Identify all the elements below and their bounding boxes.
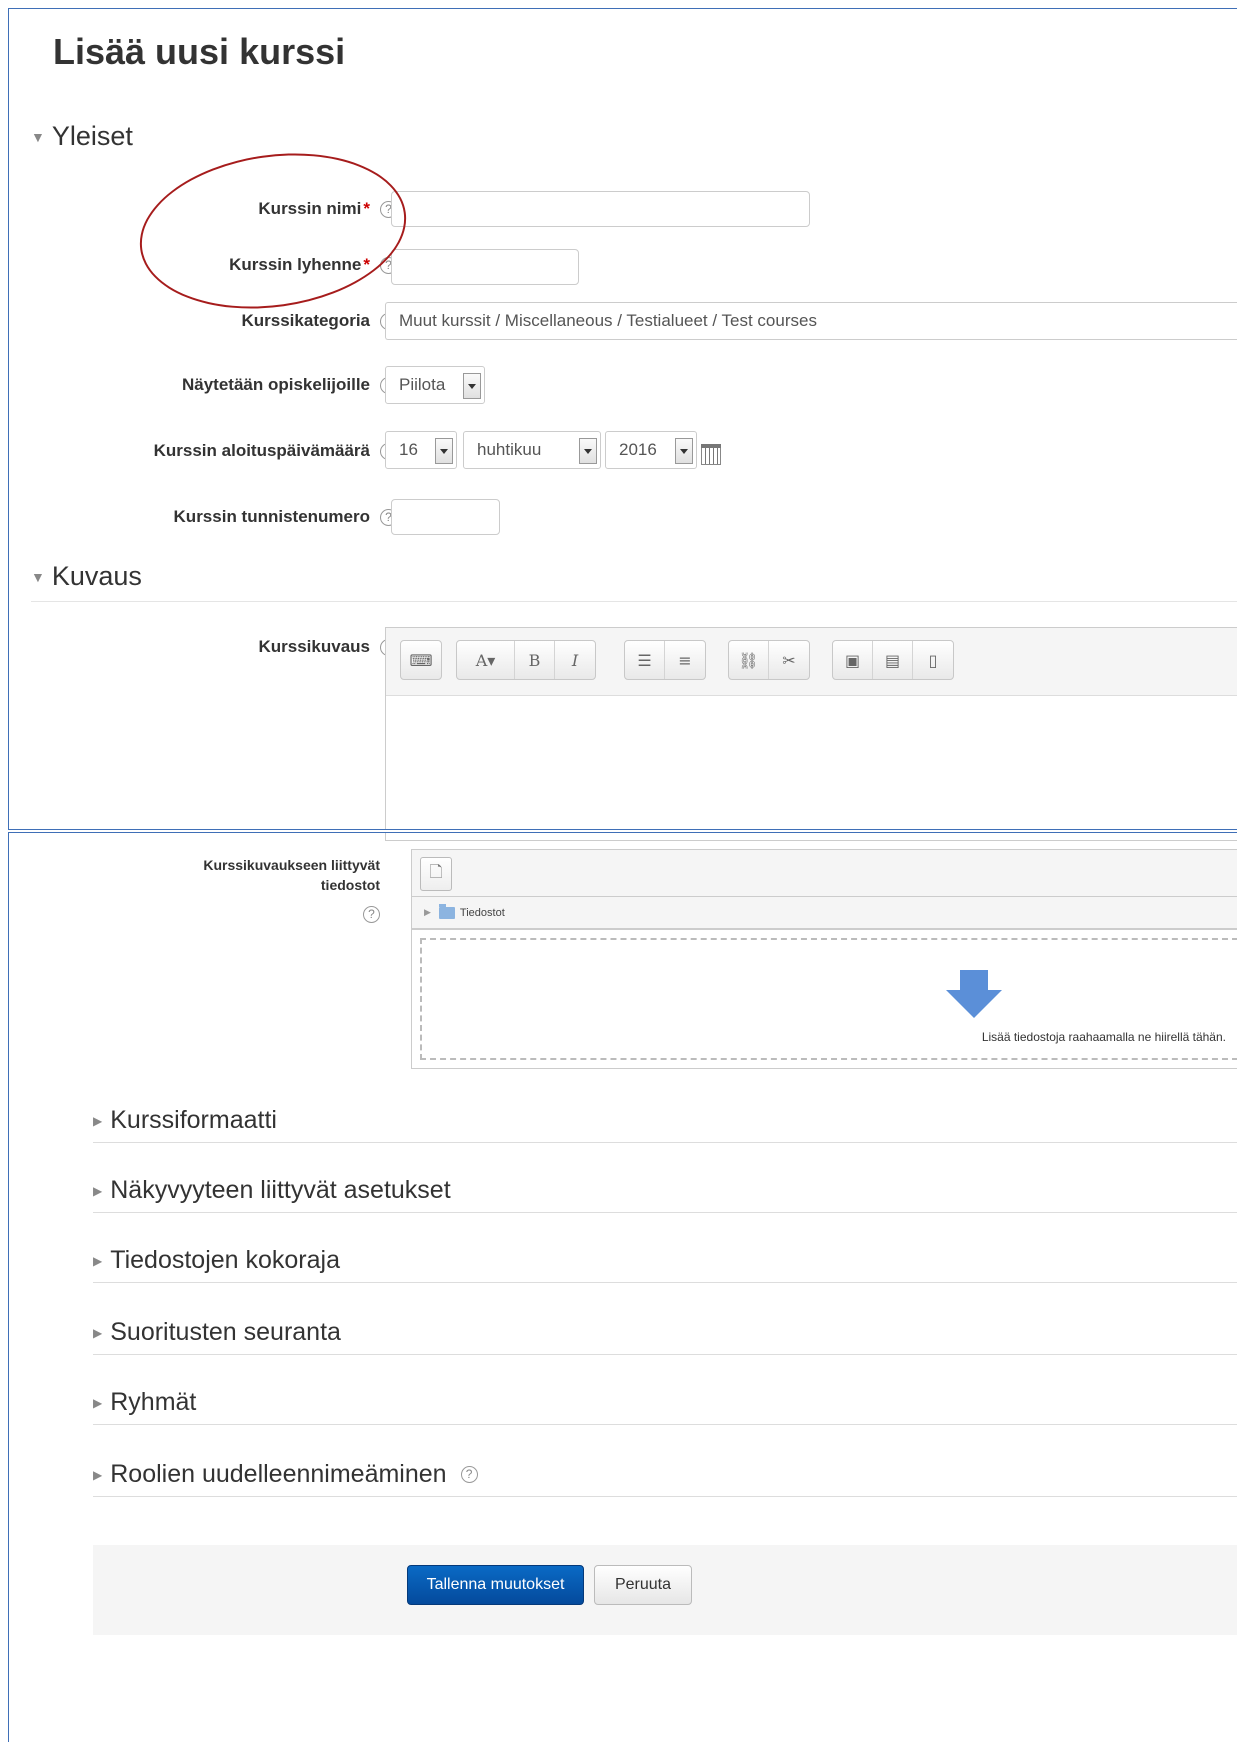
idnumber-input[interactable] (391, 499, 500, 535)
fullname-input[interactable] (391, 191, 810, 227)
summary-files-label: Kurssikuvaukseen liittyvät tiedostot ? (50, 855, 380, 923)
expand-triangle-icon: ▶ (93, 1253, 103, 1268)
section-title: Tiedostojen kokoraja (110, 1246, 340, 1274)
summary-files-label-line1: Kurssikuvaukseen liittyvät (203, 857, 380, 873)
category-select[interactable]: Muut kurssit / Miscellaneous / Testialue… (385, 302, 1237, 340)
idnumber-label: Kurssin tunnistenumero ? (174, 505, 397, 529)
section-header-collapsed[interactable]: ▶ Roolien uudelleennimeäminen ? (93, 1453, 1237, 1497)
file-manager-icon[interactable]: ▯ (913, 641, 953, 679)
folder-icon (438, 903, 455, 919)
section-title: Ryhmät (110, 1388, 197, 1416)
toolbar-group: ⛓ ✂ (728, 640, 810, 680)
help-icon[interactable]: ? (363, 906, 380, 923)
section-title-description: Kuvaus (51, 561, 142, 591)
category-select-value: Muut kurssit / Miscellaneous / Testialue… (399, 311, 817, 330)
chevron-down-icon (435, 438, 453, 464)
filepicker-path[interactable]: ▶ Tiedostot (411, 897, 1237, 929)
section-header-general[interactable]: ▼ Yleiset (31, 121, 133, 152)
form-panel-top: Lisää uusi kurssi ▼ Yleiset Kurssin nimi… (8, 8, 1237, 830)
collapse-triangle-icon: ▼ (31, 568, 45, 585)
shortname-label-text: Kurssin lyhenne (229, 255, 362, 274)
summary-label-text: Kurssikuvaus (258, 637, 371, 656)
section-divider (31, 601, 1237, 602)
annotation-ellipse (129, 137, 417, 325)
section-title: Suoritusten seuranta (110, 1318, 341, 1346)
bullet-list-icon[interactable]: ☰ (625, 641, 665, 679)
expand-triangle-icon: ▶ (93, 1113, 103, 1128)
add-file-icon: 🗋 (429, 863, 443, 881)
section-title: Näkyvyyteen liittyvät asetukset (110, 1176, 451, 1204)
image-icon[interactable]: ▣ (833, 641, 873, 679)
startdate-month-value: huhtikuu (477, 440, 542, 459)
visible-label: Näytetään opiskelijoille ? (182, 373, 397, 397)
toolbar-toggle-icon[interactable]: ⌨ (401, 641, 441, 679)
summary-files-label-line2: tiedostot (320, 877, 380, 893)
section-header-collapsed[interactable]: ▶ Näkyvyyteen liittyvät asetukset (93, 1169, 1237, 1213)
section-title: Kurssiformaatti (110, 1106, 277, 1134)
visible-label-text: Näytetään opiskelijoille (181, 375, 370, 394)
download-arrow-icon (946, 970, 1002, 1018)
numbered-list-icon[interactable]: ≡ (665, 641, 705, 679)
editor-toolbar: ⌨ A▾ B I ☰ ≡ ⛓ ✂ ▣ ▤ ▯ (386, 628, 1237, 696)
summary-editor[interactable]: ⌨ A▾ B I ☰ ≡ ⛓ ✂ ▣ ▤ ▯ (385, 627, 1237, 829)
startdate-day-value: 16 (399, 440, 418, 459)
file-drop-area[interactable]: Lisää tiedostoja raahaamalla ne hiirellä… (411, 929, 1237, 1069)
collapse-triangle-icon: ▼ (31, 128, 45, 145)
startdate-year-value: 2016 (619, 440, 657, 459)
chevron-down-icon (579, 438, 597, 464)
toolbar-group: ☰ ≡ (624, 640, 706, 680)
startdate-label-text: Kurssin aloituspäivämäärä (153, 441, 370, 460)
idnumber-label-text: Kurssin tunnistenumero (173, 507, 370, 526)
fullname-label: Kurssin nimi * ? (258, 197, 397, 221)
section-title: Roolien uudelleennimeäminen (110, 1460, 447, 1488)
help-icon[interactable]: ? (460, 1466, 478, 1483)
expand-triangle-icon: ▶ (93, 1325, 103, 1340)
folder-label: Tiedostot (459, 906, 505, 919)
section-header-collapsed[interactable]: ▶ Kurssiformaatti (93, 1099, 1237, 1143)
visible-select[interactable]: Piilota (385, 366, 485, 404)
shortname-label: Kurssin lyhenne * ? (229, 253, 397, 277)
section-header-collapsed[interactable]: ▶ Ryhmät (93, 1381, 1237, 1425)
bold-icon[interactable]: B (515, 641, 555, 679)
cancel-button[interactable]: Peruuta (594, 1565, 692, 1605)
section-header-collapsed[interactable]: ▶ Tiedostojen kokoraja (93, 1239, 1237, 1283)
visible-select-value: Piilota (399, 375, 446, 394)
expand-triangle-icon: ▶ (424, 907, 431, 917)
shortname-input[interactable] (391, 249, 579, 285)
required-mark: * (363, 199, 370, 218)
startdate-label: Kurssin aloituspäivämäärä ? (154, 439, 397, 463)
editor-bottom-edge (385, 833, 1237, 841)
calendar-icon[interactable] (701, 444, 721, 465)
chevron-down-icon (675, 438, 693, 464)
unlink-icon[interactable]: ✂ (769, 641, 809, 679)
section-header-description[interactable]: ▼ Kuvaus (31, 561, 142, 592)
startdate-day-select[interactable]: 16 (385, 431, 457, 469)
italic-icon[interactable]: I (555, 641, 595, 679)
category-label: Kurssikategoria ? (241, 309, 397, 333)
fullname-label-text: Kurssin nimi (258, 199, 362, 218)
link-icon[interactable]: ⛓ (729, 641, 769, 679)
toolbar-group: ⌨ (400, 640, 442, 680)
filepicker-toolbar: 🗋 (411, 849, 1237, 897)
section-header-collapsed[interactable]: ▶ Suoritusten seuranta (93, 1311, 1237, 1355)
expand-triangle-icon: ▶ (93, 1467, 103, 1482)
add-file-button[interactable]: 🗋 (420, 857, 452, 891)
toolbar-group: ▣ ▤ ▯ (832, 640, 954, 680)
font-style-icon[interactable]: A▾ (457, 641, 515, 679)
page-title: Lisää uusi kurssi (53, 31, 346, 72)
section-title-general: Yleiset (51, 121, 133, 151)
save-button[interactable]: Tallenna muutokset (407, 1565, 584, 1605)
summary-label: Kurssikuvaus ? (258, 635, 397, 659)
startdate-month-select[interactable]: huhtikuu (463, 431, 601, 469)
form-panel-bottom: Kurssikuvaukseen liittyvät tiedostot ? 🗋… (8, 832, 1237, 1742)
media-icon[interactable]: ▤ (873, 641, 913, 679)
drop-hint-text: Lisää tiedostoja raahaamalla ne hiirellä… (981, 1030, 1226, 1044)
startdate-year-select[interactable]: 2016 (605, 431, 697, 469)
category-label-text: Kurssikategoria (241, 311, 371, 330)
required-mark: * (363, 255, 370, 274)
expand-triangle-icon: ▶ (93, 1183, 103, 1198)
expand-triangle-icon: ▶ (93, 1395, 103, 1410)
chevron-down-icon (463, 373, 481, 399)
toolbar-group: A▾ B I (456, 640, 596, 680)
